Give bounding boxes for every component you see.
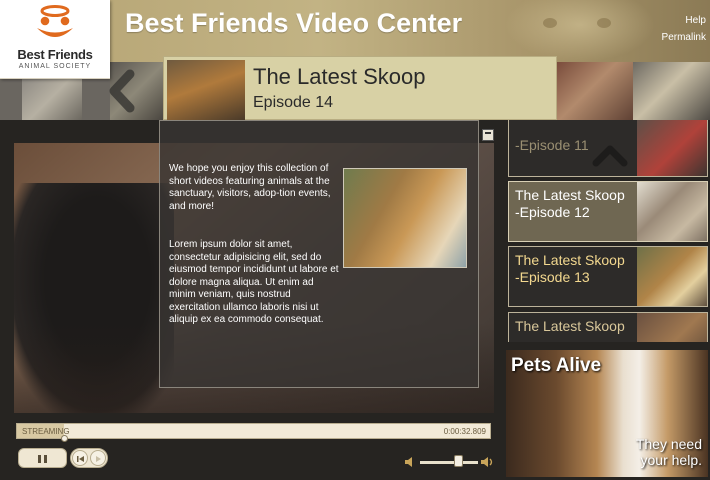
volume-low-icon[interactable]: [404, 456, 416, 468]
logo-halo-icon: [37, 5, 73, 37]
pause-button[interactable]: [18, 448, 67, 468]
body-text: Lorem ipsum dolor sit amet, consectetur …: [169, 239, 339, 325]
logo-name: Best Friends: [17, 47, 93, 62]
rewind-icon: [77, 456, 84, 462]
time-display: 0:00:32.809: [443, 427, 486, 436]
strip-thumb[interactable]: [633, 62, 710, 120]
info-overlay-panel: We hope you enjoy this collection of sho…: [159, 120, 479, 388]
now-playing-banner: The Latest Skoop Episode 14: [163, 56, 557, 120]
playlist-item-episode-12[interactable]: The Latest Skoop -Episode 12: [508, 181, 708, 242]
now-playing-episode: Episode 14: [253, 94, 334, 111]
permalink-link[interactable]: Permalink: [662, 32, 706, 43]
now-playing-thumbnail: [167, 60, 245, 120]
progress-bar[interactable]: STREAMING 0:00:32.809: [16, 423, 491, 442]
help-link[interactable]: Help: [685, 15, 706, 26]
volume-slider[interactable]: [420, 461, 478, 464]
collapse-panel-button[interactable]: [482, 129, 494, 141]
pause-icon: [38, 455, 41, 463]
volume-handle[interactable]: [453, 455, 463, 467]
strip-thumb[interactable]: [557, 62, 633, 120]
logo-society: ANIMAL SOCIETY: [18, 63, 92, 70]
playlist-item-episode-14[interactable]: The Latest Skoop: [508, 312, 708, 342]
best-friends-logo[interactable]: Best Friends ANIMAL SOCIETY: [0, 0, 110, 79]
pets-alive-ad[interactable]: Pets Alive They need your help.: [506, 350, 708, 477]
header-cat-image: [505, 0, 655, 62]
seek-controls: [70, 448, 108, 468]
forward-button[interactable]: [90, 450, 106, 466]
playlist-item-episode-13[interactable]: The Latest Skoop -Episode 13: [508, 246, 708, 307]
ad-tagline: They need your help.: [635, 436, 702, 468]
intro-text: We hope you enjoy this collection of sho…: [169, 163, 331, 212]
strip-thumb[interactable]: [22, 74, 82, 120]
volume-high-icon[interactable]: [480, 456, 494, 468]
ad-headline: Pets Alive: [511, 355, 602, 376]
dog-and-boy-photo: [343, 168, 467, 268]
chevron-up-icon[interactable]: [590, 142, 630, 168]
forward-icon: [96, 456, 101, 462]
now-playing-title: The Latest Skoop: [253, 64, 426, 89]
rewind-button[interactable]: [72, 450, 88, 466]
app-title: Best Friends Video Center: [125, 8, 463, 38]
progress-handle[interactable]: [61, 435, 69, 442]
